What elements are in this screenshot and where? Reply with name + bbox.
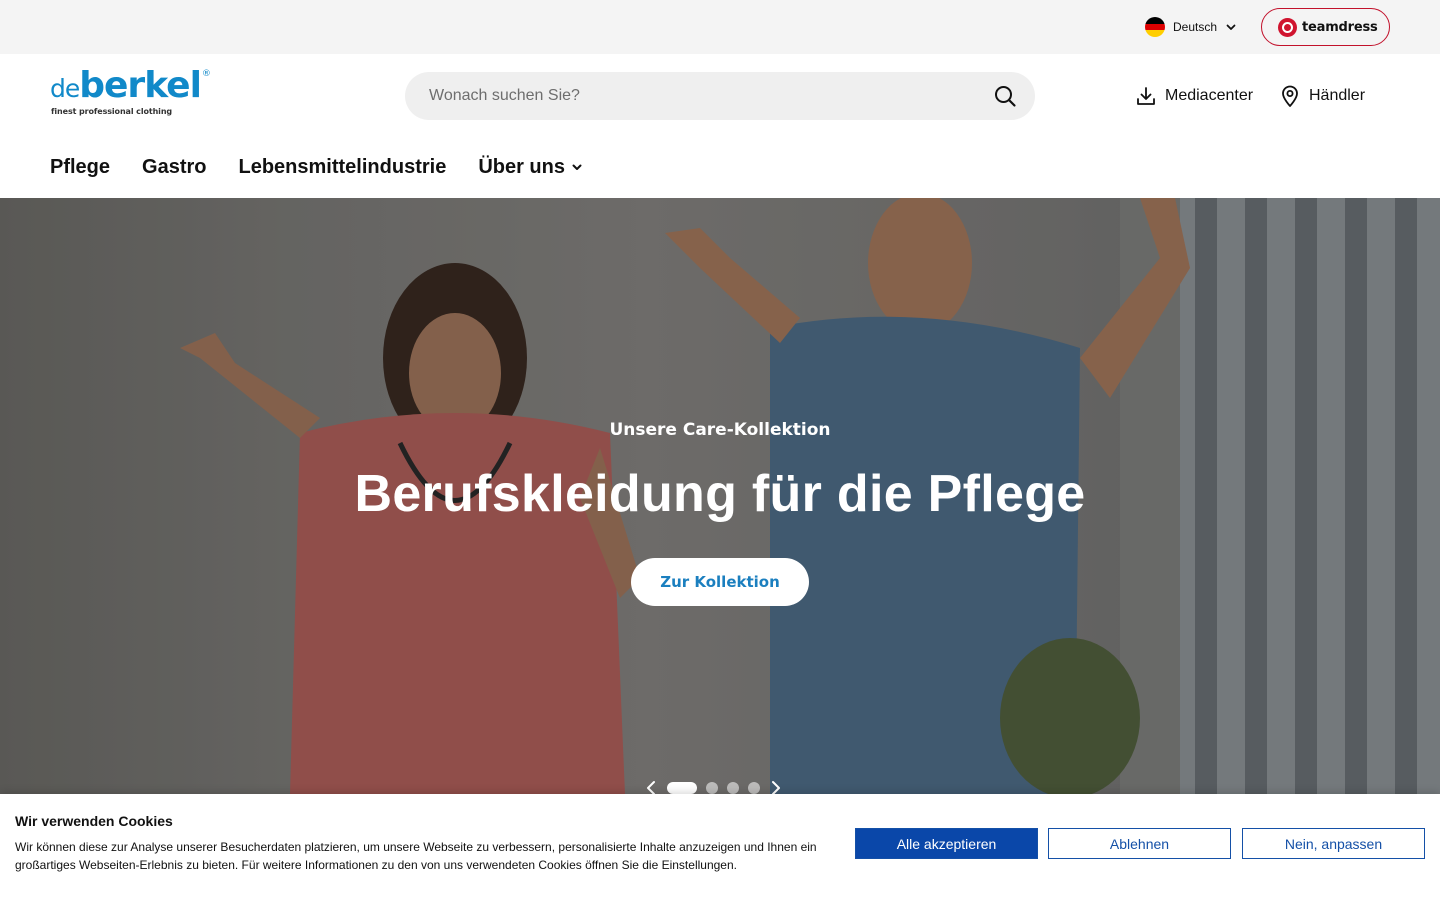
nav-item-label: Gastro xyxy=(142,155,207,178)
collection-button[interactable]: Zur Kollektion xyxy=(631,558,809,606)
nav-item-label: Über uns xyxy=(478,155,565,178)
logo-prefix: de xyxy=(50,74,80,103)
hero-title: Berufskleidung für die Pflege xyxy=(354,465,1086,523)
slider-controls xyxy=(644,778,783,794)
top-bar: Deutsch teamdress xyxy=(0,0,1440,54)
slider-dot-4[interactable] xyxy=(748,782,760,794)
nav-item-label: Pflege xyxy=(50,155,111,178)
slider-dot-2[interactable] xyxy=(706,782,718,794)
slider-next-button[interactable] xyxy=(769,779,783,794)
brand-logo[interactable]: de berkel ® finest professional clothing xyxy=(50,65,260,119)
nav-item-label: Lebensmittelindustrie xyxy=(238,155,447,178)
reject-button[interactable]: Ablehnen xyxy=(1048,828,1231,859)
nav-item-ueber-uns[interactable]: Über uns xyxy=(478,156,583,179)
main-navigation: Pflege Gastro Lebensmittelindustrie Über… xyxy=(50,154,583,180)
cookie-banner: Wir verwenden Cookies Wir können diese z… xyxy=(0,794,1440,900)
download-icon xyxy=(1137,87,1155,105)
accept-all-button[interactable]: Alle akzeptieren xyxy=(855,828,1038,859)
logo-name: berkel xyxy=(79,65,202,106)
hero-subtitle: Unsere Care-Kollektion xyxy=(609,420,831,440)
chevron-down-icon xyxy=(572,164,582,170)
search-button[interactable] xyxy=(991,82,1019,110)
language-label: Deutsch xyxy=(1173,20,1218,34)
nav-item-lebensmittelindustrie[interactable]: Lebensmittelindustrie xyxy=(239,156,447,179)
language-selector[interactable]: Deutsch xyxy=(1145,17,1237,37)
cookie-title: Wir verwenden Cookies xyxy=(15,813,173,829)
dealer-link[interactable]: Händler xyxy=(1279,84,1365,108)
dealer-label: Händler xyxy=(1309,87,1366,104)
mediacenter-link[interactable]: Mediacenter xyxy=(1135,84,1253,108)
chevron-down-icon xyxy=(1226,24,1236,30)
mediacenter-label: Mediacenter xyxy=(1165,87,1254,104)
slider-dot-1[interactable] xyxy=(667,782,697,794)
nav-item-gastro[interactable]: Gastro xyxy=(142,156,206,179)
chevron-left-icon xyxy=(647,781,655,794)
teamdress-label: teamdress xyxy=(1302,19,1378,35)
location-pin-icon xyxy=(1282,85,1298,107)
cookie-text: Wir können diese zur Analyse unserer Bes… xyxy=(15,840,817,872)
slider-prev-button[interactable] xyxy=(644,779,658,794)
teamdress-link[interactable]: teamdress xyxy=(1261,8,1390,46)
search-input[interactable] xyxy=(429,87,991,105)
hero-banner: Unsere Care-Kollektion Berufskleidung fü… xyxy=(0,198,1440,794)
logo-tagline: finest professional clothing xyxy=(51,107,173,116)
search-icon xyxy=(995,86,1016,107)
slider-dot-3[interactable] xyxy=(727,782,739,794)
search-bar xyxy=(405,72,1035,120)
chevron-right-icon xyxy=(772,781,780,794)
logo-registered-mark: ® xyxy=(201,69,211,79)
header: de berkel ® finest professional clothing… xyxy=(0,54,1440,198)
customize-button[interactable]: Nein, anpassen xyxy=(1242,828,1425,859)
teamdress-logo-icon xyxy=(1278,17,1297,37)
german-flag-icon xyxy=(1145,17,1165,37)
nav-item-pflege[interactable]: Pflege xyxy=(50,156,110,179)
